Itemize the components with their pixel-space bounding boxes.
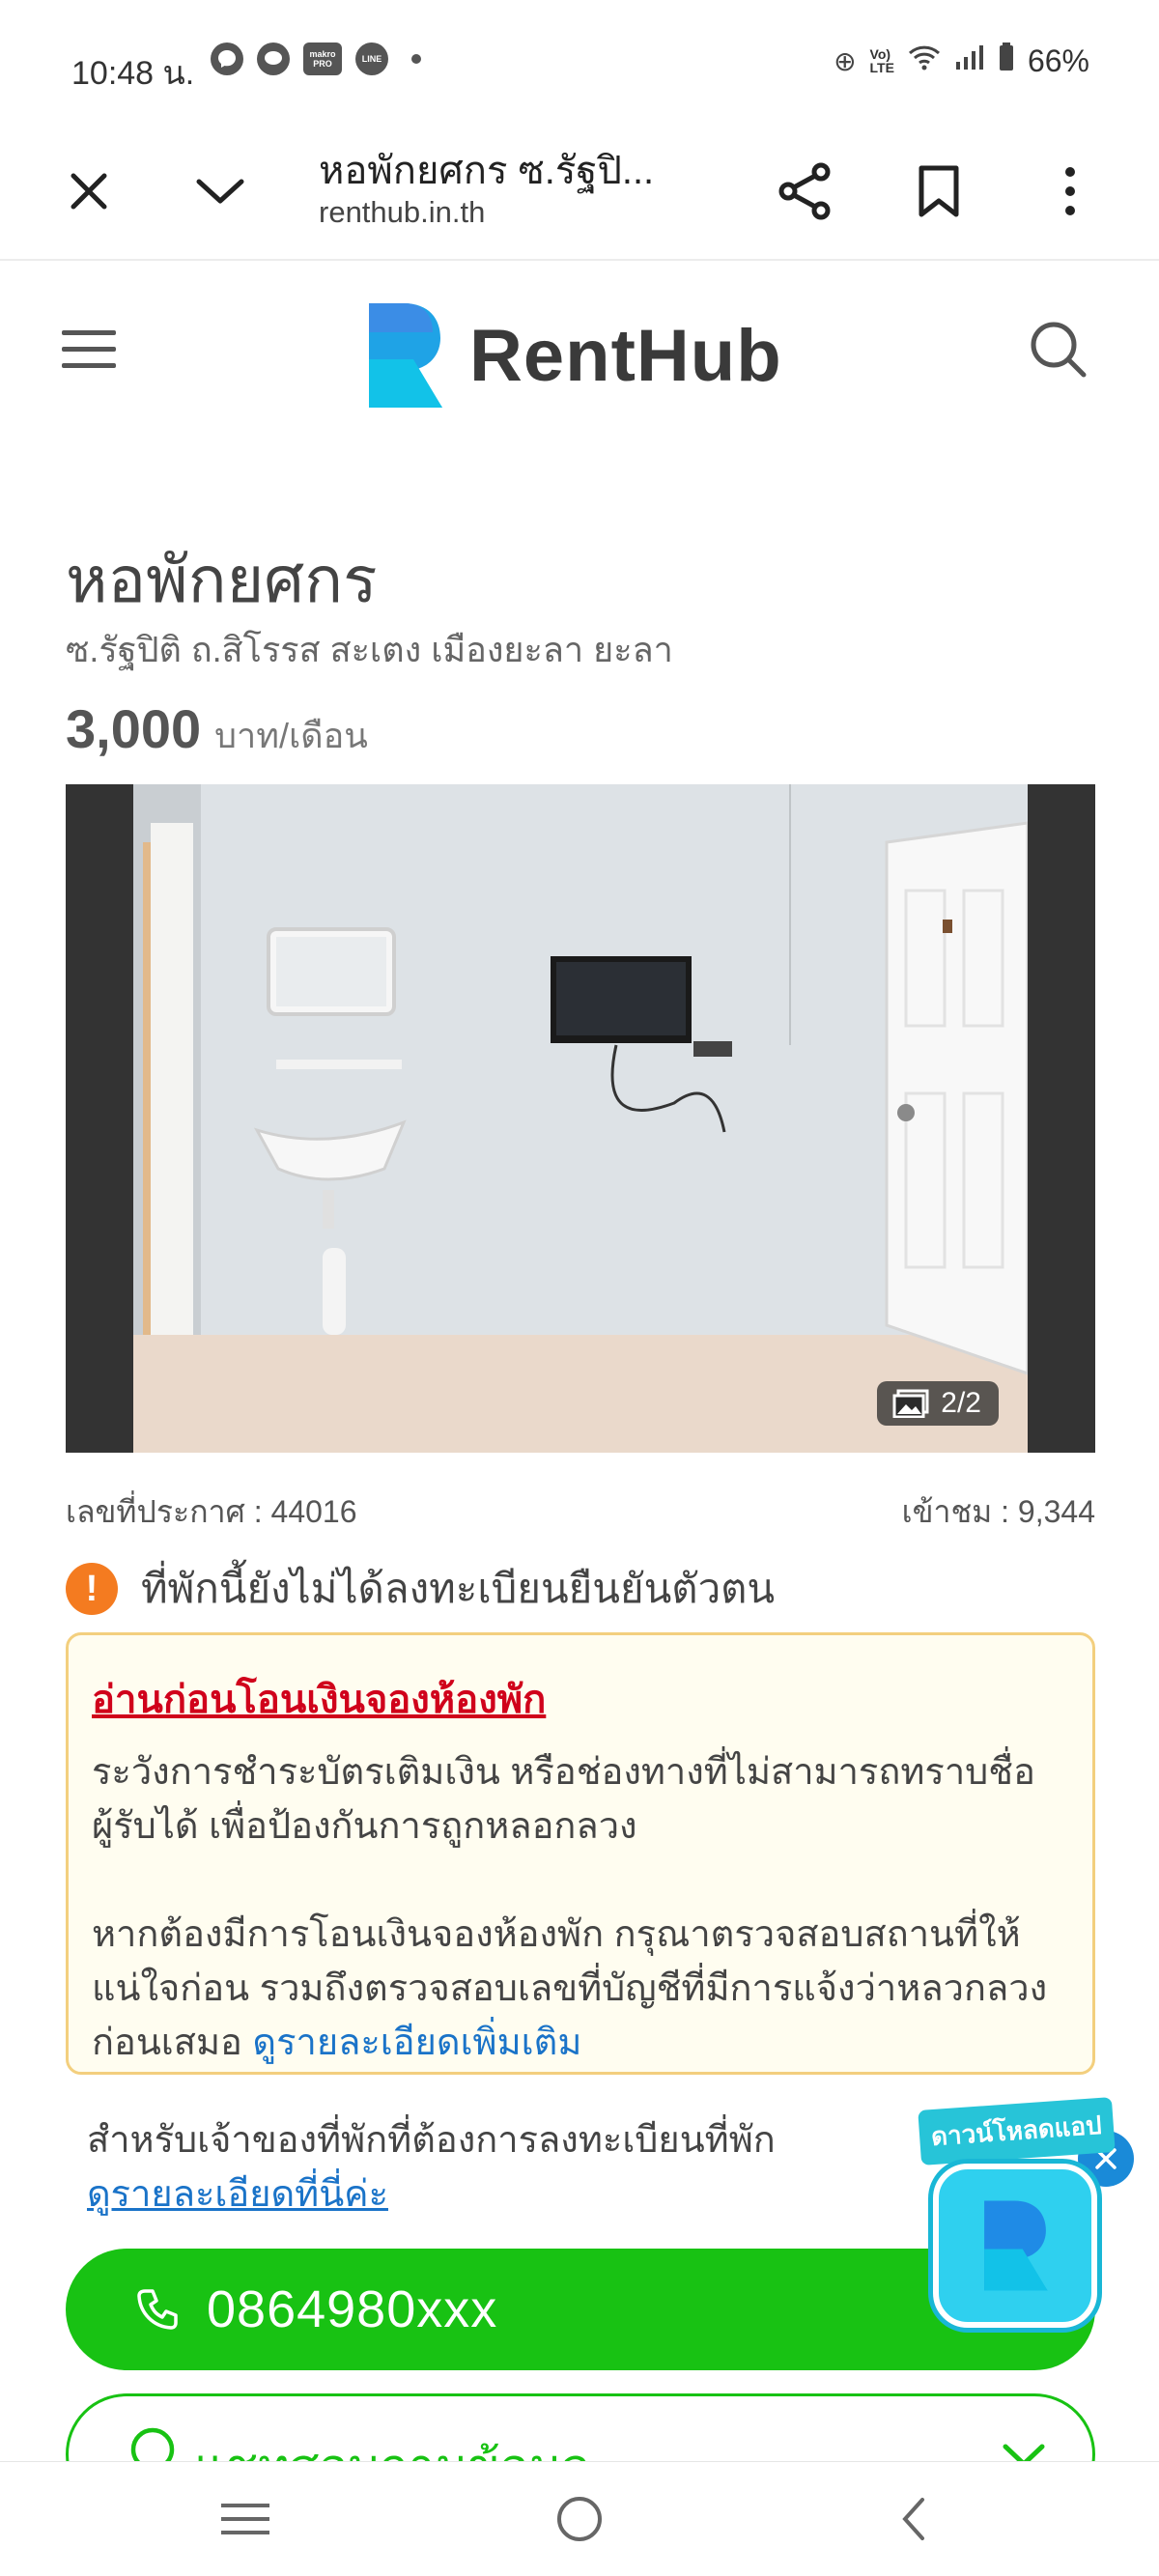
messenger-icon [211, 42, 243, 75]
makro-pro-icon: makro PRO [303, 42, 342, 75]
price-value: 3,000 [66, 698, 202, 759]
scam-notice-box: อ่านก่อนโอนเงินจองห้องพัก ระวังการชำระบั… [66, 1632, 1095, 2075]
minimize-button[interactable] [182, 153, 259, 230]
verification-warning: ! ที่พักนี้ยังไม่ได้ลงทะเบียนยืนยันตัวตน [66, 1557, 775, 1621]
back-icon [902, 2498, 924, 2540]
chat-icon [257, 42, 290, 75]
more-details-link[interactable]: ดูรายละเอียดเพิ่มเติม [252, 2023, 581, 2063]
close-tab-button[interactable] [50, 153, 127, 230]
download-app-badge[interactable]: ดาวน์โหลดแอป [918, 2097, 1130, 2413]
photo-counter: 2/2 [877, 1381, 999, 1426]
photo-gallery[interactable]: 2/2 [66, 784, 1095, 1453]
exclamation-icon: ! [66, 1563, 118, 1615]
volte-icon: Vo) LTE [869, 46, 894, 75]
recent-apps-icon [221, 2504, 269, 2534]
home-icon [557, 2497, 602, 2541]
search-icon [1031, 322, 1087, 378]
room-photo-illustration [133, 784, 1030, 1453]
photo-counter-text: 2/2 [941, 1387, 981, 1419]
brand-name: RentHub [469, 314, 782, 397]
room-photo[interactable]: 2/2 [133, 784, 1030, 1453]
bookmark-icon [919, 165, 959, 217]
status-time: 10:48 น. [71, 55, 195, 92]
browser-toolbar: หอพักยศกร ซ.รัฐปิ... renthub.in.th [0, 126, 1159, 261]
site-header: RentHub [0, 261, 1159, 454]
alarm-icon: ⊕ [834, 45, 857, 76]
price-unit: บาท/เดือน [214, 716, 368, 755]
page-title: หอพักยศกร ซ.รัฐปิ... [319, 150, 655, 192]
renthub-app-icon [984, 2200, 1048, 2291]
owner-register-link[interactable]: ดูรายละเอียดที่นี่ค่ะ [87, 2164, 388, 2222]
notice-paragraph-2: หากต้องมีการโอนเงินจองห้องพัก กรุณาตรวจส… [92, 1908, 1069, 2070]
signal-icon [954, 43, 985, 79]
renthub-logo-icon [369, 303, 442, 408]
recent-apps-button[interactable] [207, 2485, 284, 2553]
renthub-logo[interactable]: RentHub [365, 299, 782, 411]
gallery-icon [892, 1389, 929, 1418]
app-tile [933, 2164, 1097, 2328]
close-icon [71, 173, 107, 210]
chevron-down-icon [196, 179, 244, 204]
system-status: ⊕ Vo) LTE 66% [834, 42, 1089, 79]
more-notifications-dot [411, 54, 421, 64]
bookmark-button[interactable] [900, 153, 977, 230]
status-bar: 10:48 น. makro PRO LINE ⊕ Vo) LTE 66% [0, 0, 1159, 126]
battery-percent: 66% [1027, 42, 1089, 78]
phone-icon [137, 2289, 178, 2330]
back-button[interactable] [875, 2485, 952, 2553]
android-nav-bar [0, 2461, 1159, 2576]
listing-address: ซ.รัฐปิติ ถ.สิโรรส สะเตง เมืองยะลา ยะลา [66, 630, 673, 669]
page-url[interactable]: renthub.in.th [319, 195, 485, 230]
notification-icons: makro PRO LINE [211, 42, 421, 75]
download-app-label: ดาวน์โหลดแอป [918, 2097, 1116, 2166]
view-count: เข้าชม : 9,344 [901, 1494, 1095, 1529]
share-button[interactable] [767, 153, 844, 230]
listing-meta: เลขที่ประกาศ : 44016 เข้าชม : 9,344 [66, 1487, 1095, 1537]
phone-number: 0864980xxx [207, 2280, 498, 2338]
home-button[interactable] [541, 2485, 618, 2553]
owner-register-text: สำหรับเจ้าของที่พักที่ต้องการลงทะเบียนที… [87, 2120, 776, 2161]
line-icon: LINE [355, 42, 388, 75]
share-icon [778, 162, 831, 220]
announcement-number: เลขที่ประกาศ : 44016 [66, 1494, 357, 1529]
price-row: 3,000 บาท/เดือน [66, 697, 368, 763]
more-vertical-icon [1065, 167, 1075, 215]
listing-title: หอพักยศกร [66, 544, 378, 615]
search-button[interactable] [1028, 319, 1105, 396]
notice-title[interactable]: อ่านก่อนโอนเงินจองห้องพัก [92, 1668, 1069, 1730]
menu-button[interactable] [60, 326, 127, 394]
wifi-icon [908, 43, 941, 79]
hamburger-icon [62, 330, 116, 368]
verification-warning-text: ที่พักนี้ยังไม่ได้ลงทะเบียนยืนยันตัวตน [141, 1566, 776, 1611]
battery-icon [999, 42, 1014, 79]
more-options-button[interactable] [1032, 153, 1109, 230]
notice-paragraph-1: ระวังการชำระบัตรเติมเงิน หรือช่องทางที่ไ… [92, 1752, 1035, 1847]
